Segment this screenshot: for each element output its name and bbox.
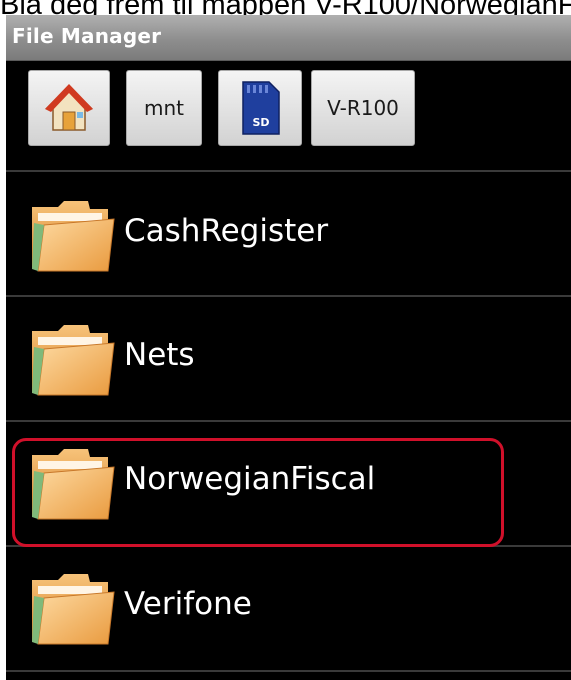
sd-card-icon-text: SD [252, 116, 269, 129]
folder-icon [32, 201, 115, 272]
folder-icon [32, 574, 115, 645]
home-icon [45, 84, 93, 131]
mnt-crumb-label: mnt [144, 96, 184, 120]
divider [6, 170, 571, 172]
sdcard-crumb-button[interactable]: SD [218, 70, 302, 146]
folder-icon [32, 325, 115, 396]
path-toolbar: mnt SD V-R100 [6, 65, 571, 151]
folder-name: Verifone [124, 586, 252, 622]
home-crumb-button[interactable] [28, 70, 110, 146]
folder-row-norwegianfiscal[interactable]: NorwegianFiscal [6, 423, 571, 547]
title-bar: File Manager [6, 15, 571, 61]
sd-card-icon: SD [242, 81, 280, 135]
file-manager-screen: File Manager mnt SD V-R100 CashRegister … [6, 15, 571, 680]
folder-name: NorwegianFiscal [124, 461, 376, 497]
mnt-crumb-button[interactable]: mnt [126, 70, 202, 146]
v-r100-crumb-button[interactable]: V-R100 [311, 70, 415, 146]
divider [6, 420, 571, 422]
divider [6, 545, 571, 547]
divider [6, 670, 571, 672]
folder-row-verifone[interactable]: Verifone [6, 548, 571, 672]
app-title: File Manager [12, 24, 162, 48]
folder-row-cashregister[interactable]: CashRegister [6, 175, 571, 299]
folder-name: Nets [124, 337, 195, 373]
folder-icon [32, 449, 115, 520]
folder-name: CashRegister [124, 213, 329, 249]
v-r100-crumb-label: V-R100 [327, 96, 399, 120]
divider [6, 295, 571, 297]
folder-row-nets[interactable]: Nets [6, 299, 571, 423]
